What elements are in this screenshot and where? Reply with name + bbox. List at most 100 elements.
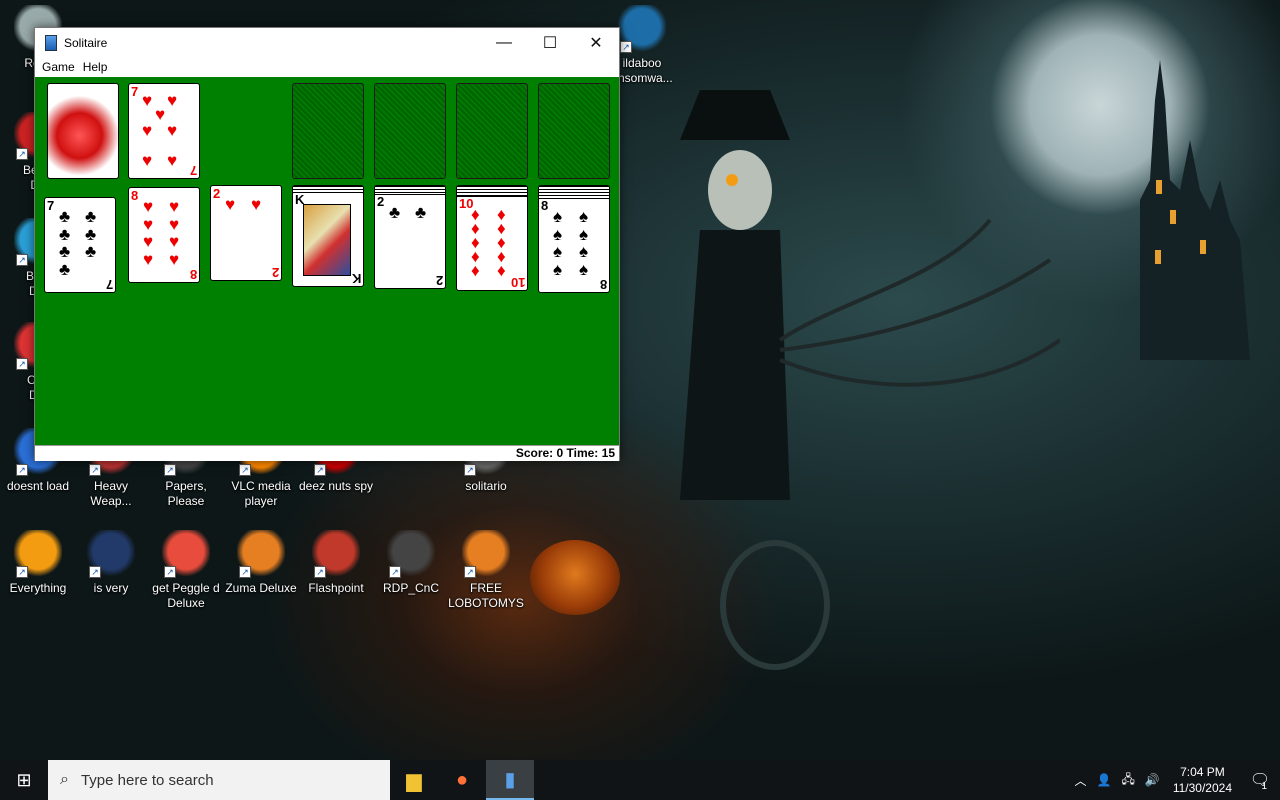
shortcut-arrow-icon: ↗: [464, 566, 476, 578]
shortcut-arrow-icon: ↗: [89, 464, 101, 476]
notification-count: 1: [1261, 781, 1267, 792]
card-pip: ♥: [167, 151, 178, 170]
tableau-column-3[interactable]: 2 2 ♥ ♥: [210, 185, 282, 281]
shortcut-arrow-icon: ↗: [89, 566, 101, 578]
card-pip: ♠: [579, 259, 589, 279]
tableau-column-5[interactable]: 2 2 ♣ ♣: [374, 185, 446, 289]
desktop-icon-rdp-cnc[interactable]: ↗ RDP_CnC: [373, 530, 449, 596]
card-rank: 2: [213, 186, 221, 201]
start-button[interactable]: ⊞: [0, 760, 48, 800]
foundation-4[interactable]: [538, 83, 610, 179]
card-pip: ♦: [497, 261, 506, 280]
desktop-icon-everything[interactable]: ↗ Everything: [0, 530, 76, 596]
tableau-column-4[interactable]: KK: [292, 185, 364, 287]
foundation-1[interactable]: [292, 83, 364, 179]
desktop-icon-free-lobotomys[interactable]: ↗ FREE LOBOTOMYS: [448, 530, 524, 611]
card-pip: ♠: [553, 207, 563, 226]
solitaire-taskbar-icon[interactable]: ▮: [486, 760, 534, 800]
tableau-column-7[interactable]: 8 8 ♠ ♠ ♠ ♠ ♠ ♠ ♠ ♠: [538, 185, 610, 293]
card-rank-bottom: 7: [105, 277, 113, 292]
card-rank-bottom: 8: [599, 277, 607, 292]
desktop-icon-label: Everything: [9, 581, 67, 595]
card-pip: ♥: [143, 197, 154, 216]
desktop-icon-peggle-deluxe[interactable]: ↗ get Peggle d Deluxe: [148, 530, 224, 611]
close-button[interactable]: ✕: [573, 28, 619, 57]
desktop-icon-label: deez nuts spy: [298, 479, 374, 493]
shortcut-arrow-icon: ↗: [314, 464, 326, 476]
card-rank-bottom: 10: [510, 275, 525, 290]
taskbar: ⊞ ⌕ Type here to search ▆ ● ▮ ︿ 👤 🖧 🔊 7:…: [0, 760, 1280, 800]
face-down-stack: [538, 185, 610, 199]
shortcut-arrow-icon: ↗: [16, 358, 28, 370]
shortcut-arrow-icon: ↗: [239, 464, 251, 476]
title-bar[interactable]: Solitaire — ☐ ✕: [35, 28, 619, 57]
card-rank-bottom: 2: [435, 273, 443, 288]
desktop-icon-label: Zuma Deluxe: [225, 581, 297, 595]
search-icon: ⌕: [60, 771, 69, 788]
shortcut-arrow-icon: ↗: [239, 566, 251, 578]
menu-bar: Game Help: [35, 57, 619, 77]
card-pip: ♣: [85, 242, 97, 261]
card-rank-bottom: K: [351, 271, 361, 286]
waste-pile[interactable]: 7 ♥ ♥ ♥ ♥ ♥ ♥ ♥ 7: [128, 83, 200, 179]
firefox-taskbar-icon[interactable]: ●: [438, 760, 486, 800]
shortcut-arrow-icon: ↗: [464, 464, 476, 476]
desktop-icon-label: solitario: [465, 479, 507, 493]
is-very-icon: ↗: [87, 530, 135, 578]
people-icon[interactable]: 👤: [1097, 773, 1112, 787]
card-pip: ♥: [169, 197, 180, 216]
card-pip: ♦: [471, 261, 480, 280]
tableau-column-1[interactable]: 7 7 ♣ ♣ ♣ ♣ ♣ ♣ ♣: [44, 197, 116, 293]
desktop-icon-label: is very: [93, 581, 129, 595]
card-pip: ♠: [579, 207, 589, 226]
menu-help[interactable]: Help: [82, 60, 115, 74]
desktop-icon-label: FREE LOBOTOMYS: [448, 581, 524, 610]
card-pip: ♠: [553, 259, 563, 279]
tableau-column-6[interactable]: 10 10 ♦ ♦ ♦ ♦ ♦ ♦ ♦ ♦ ♦ ♦: [456, 185, 528, 291]
desktop-icon-label: doesnt load: [6, 479, 70, 493]
network-icon[interactable]: 🖧: [1121, 770, 1134, 791]
card-pip: ♥: [142, 151, 153, 170]
card-rank: 8: [541, 198, 549, 213]
file-explorer-taskbar-icon[interactable]: ▆: [390, 760, 438, 800]
desktop-icon-label: RDP_CnC: [382, 581, 439, 595]
clock[interactable]: 7:04 PM 11/30/2024: [1173, 764, 1232, 796]
stock-pile[interactable]: [47, 83, 119, 179]
face-down-stack: [374, 185, 446, 195]
desktop-icon-label: VLC media player: [231, 479, 291, 508]
maximize-button[interactable]: ☐: [527, 28, 573, 57]
card-pip: ♥: [169, 249, 180, 269]
card-pip: ♥: [143, 249, 154, 269]
status-bar: Score: 0 Time: 15: [35, 445, 619, 461]
desktop-icon-label: Papers, Please: [165, 479, 207, 508]
desktop-icon-label: get Peggle d Deluxe: [152, 581, 220, 610]
peggle-deluxe-icon: ↗: [162, 530, 210, 578]
card-rank-bottom: 7: [189, 163, 197, 178]
foundation-2[interactable]: [374, 83, 446, 179]
volume-icon[interactable]: 🔊: [1145, 773, 1160, 787]
game-board: 7 ♥ ♥ ♥ ♥ ♥ ♥ ♥ 7 7 7 ♣ ♣ ♣ ♣ ♣ ♣ ♣ 8 8 ♥ ♥ ♥ ♥ ♥ ♥ ♥ ♥ 2 2 ♥…: [35, 77, 619, 445]
card-rank: 7: [47, 198, 55, 213]
chevron-up-icon[interactable]: ︿: [1075, 772, 1087, 789]
menu-game[interactable]: Game: [41, 60, 82, 74]
search-box[interactable]: ⌕ Type here to search: [48, 760, 390, 800]
minimize-button[interactable]: —: [481, 28, 527, 57]
pumpkin-illustration: [530, 540, 620, 615]
solitaire-window[interactable]: Solitaire — ☐ ✕ Game Help 7 ♥ ♥ ♥ ♥ ♥ ♥ …: [34, 27, 620, 461]
card-pip: ♥: [169, 232, 180, 251]
shortcut-arrow-icon: ↗: [314, 566, 326, 578]
card-rank-bottom: 2: [271, 265, 279, 280]
desktop-icon-zuma-deluxe[interactable]: ↗ Zuma Deluxe: [223, 530, 299, 596]
desktop-icon-is-very[interactable]: ↗ is very: [73, 530, 149, 596]
desktop-icon-label: Flashpoint: [308, 581, 364, 595]
desktop-icon-flashpoint[interactable]: ↗ Flashpoint: [298, 530, 374, 596]
notification-center-icon[interactable]: 🗨 1: [1240, 770, 1280, 792]
card-pip: ♣: [59, 259, 71, 279]
foundation-3[interactable]: [456, 83, 528, 179]
tableau-column-2[interactable]: 8 8 ♥ ♥ ♥ ♥ ♥ ♥ ♥ ♥: [128, 187, 200, 283]
card-pip: ♥: [167, 121, 178, 140]
card-rank: 7: [131, 84, 139, 99]
window-title: Solitaire: [64, 35, 108, 50]
skeleton-illustration: [680, 90, 1060, 500]
ildaboo-ransomware-icon: ↗: [618, 5, 666, 53]
